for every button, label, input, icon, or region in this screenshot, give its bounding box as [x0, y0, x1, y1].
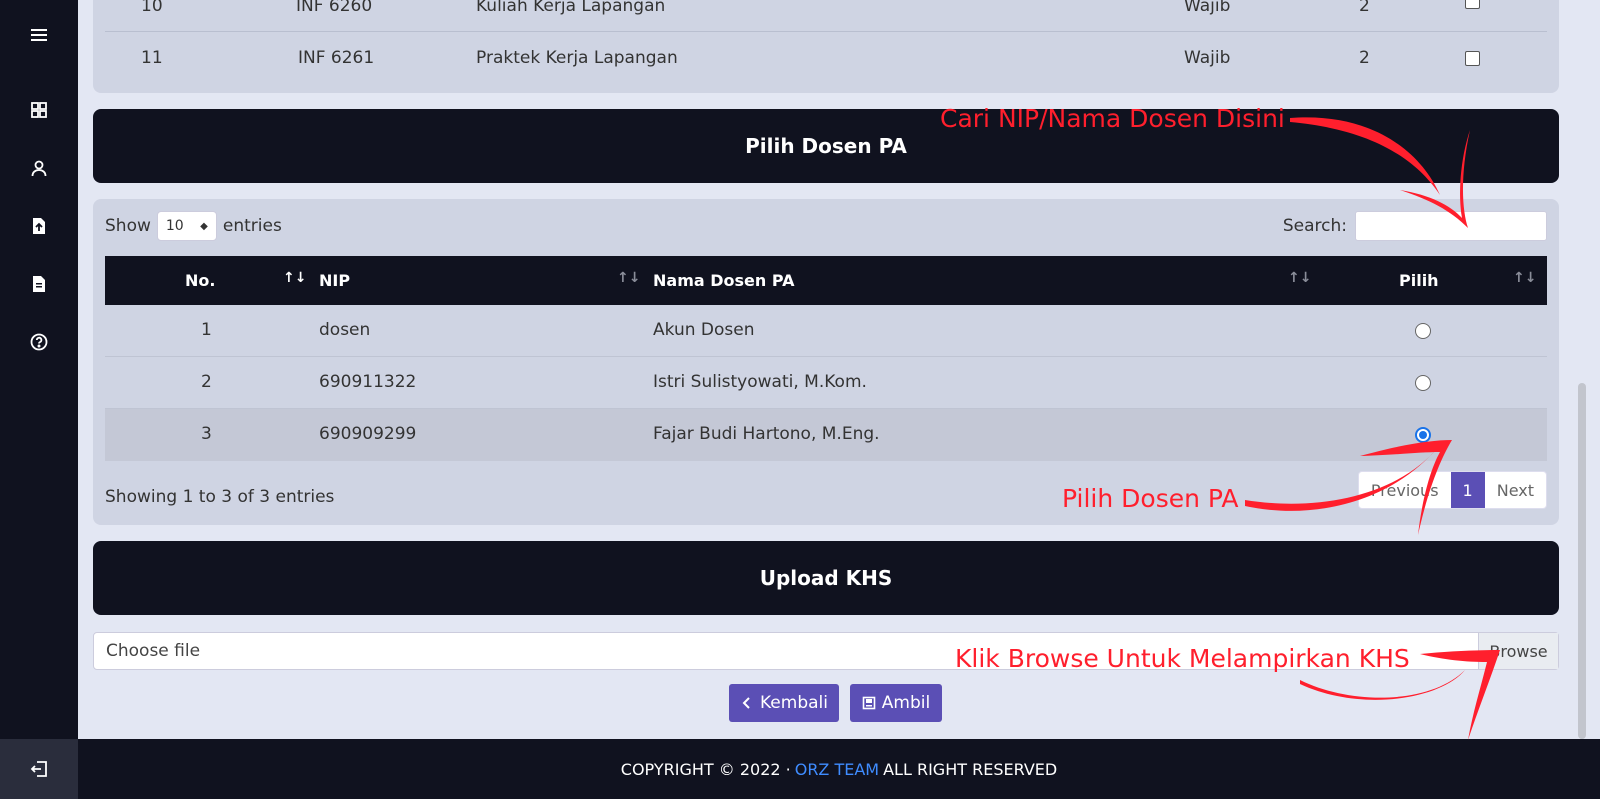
- sort-icon: ↑↓: [283, 270, 307, 286]
- row-no: 10: [141, 0, 163, 16]
- ambil-label: Ambil: [881, 693, 931, 713]
- row-no: 2: [201, 372, 212, 392]
- mata-kuliah-table: 10 INF 6260 Kuliah Kerja Lapangan Wajib …: [93, 0, 1559, 93]
- pagination-previous[interactable]: Previous: [1359, 472, 1451, 508]
- table-row: 10 INF 6260 Kuliah Kerja Lapangan Wajib …: [105, 0, 1547, 32]
- search-control: Search:: [1283, 211, 1547, 241]
- user-icon[interactable]: [26, 155, 52, 181]
- row-nip: dosen: [319, 320, 371, 340]
- column-header-no[interactable]: No.: [185, 271, 215, 290]
- select-radio[interactable]: [1415, 375, 1431, 391]
- main-content: 10 INF 6260 Kuliah Kerja Lapangan Wajib …: [78, 0, 1588, 739]
- entries-label: entries: [222, 216, 282, 236]
- sort-icon: ↑↓: [1513, 270, 1537, 286]
- row-sks: 2: [1359, 0, 1370, 16]
- row-no: 3: [201, 424, 212, 444]
- entries-control: Show 10 ◆ entries: [105, 211, 282, 241]
- row-kode: INF 6261: [298, 48, 375, 68]
- row-nip: 690911322: [319, 372, 417, 392]
- dosen-table-card: Show 10 ◆ entries Search: No. ↑↓ NIP ↑↓ …: [93, 199, 1559, 525]
- scrollbar[interactable]: [1576, 0, 1588, 739]
- chevron-left-icon: [742, 697, 750, 709]
- footer-rights: ALL RIGHT RESERVED: [883, 759, 1058, 779]
- document-icon[interactable]: [26, 271, 52, 297]
- dashboard-icon[interactable]: [26, 97, 52, 123]
- pagination-page-1[interactable]: 1: [1450, 472, 1485, 508]
- footer: COPYRIGHT © 2022 · ORZ TEAM ALL RIGHT RE…: [78, 739, 1600, 799]
- select-radio[interactable]: [1415, 323, 1431, 339]
- search-label: Search:: [1282, 216, 1347, 236]
- row-nama: Akun Dosen: [653, 320, 755, 340]
- file-upload-icon[interactable]: [26, 213, 52, 239]
- logout-icon: [30, 761, 47, 777]
- section-title-dosen: Pilih Dosen PA: [93, 109, 1559, 183]
- row-sifat: Wajib: [1184, 0, 1231, 16]
- pagination-next[interactable]: Next: [1485, 472, 1546, 508]
- kembali-label: Kembali: [760, 693, 828, 713]
- row-kode: INF 6260: [296, 0, 373, 16]
- logout-button[interactable]: [0, 739, 78, 799]
- row-nama: Istri Sulistyowati, M.Kom.: [653, 372, 867, 392]
- table-row: 3 690909299 Fajar Budi Hartono, M.Eng.: [105, 409, 1547, 461]
- entries-value: 10: [165, 218, 184, 234]
- save-icon: [862, 696, 876, 710]
- section-title-upload: Upload KHS: [93, 541, 1559, 615]
- table-row: 2 690911322 Istri Sulistyowati, M.Kom.: [105, 357, 1547, 409]
- browse-button[interactable]: Browse: [1478, 633, 1558, 669]
- table-info: Showing 1 to 3 of 3 entries: [105, 487, 335, 507]
- annotation-search-hint: Cari NIP/Nama Dosen Disini: [940, 104, 1285, 133]
- show-label: Show: [105, 216, 151, 236]
- row-nama: Kuliah Kerja Lapangan: [476, 0, 666, 16]
- scrollbar-thumb[interactable]: [1578, 383, 1586, 739]
- search-input[interactable]: [1355, 211, 1547, 241]
- row-no: 1: [201, 320, 212, 340]
- annotation-select-hint: Pilih Dosen PA: [1062, 484, 1239, 513]
- table-row: 11 INF 6261 Praktek Kerja Lapangan Wajib…: [105, 32, 1547, 84]
- column-header-nip[interactable]: NIP: [319, 271, 350, 290]
- row-nip: 690909299: [319, 424, 417, 444]
- row-checkbox[interactable]: [1465, 51, 1480, 66]
- row-sifat: Wajib: [1184, 48, 1231, 68]
- ambil-button[interactable]: Ambil: [850, 684, 942, 722]
- pagination: Previous 1 Next: [1357, 471, 1547, 509]
- row-nama: Praktek Kerja Lapangan: [476, 48, 678, 68]
- help-icon[interactable]: [26, 329, 52, 355]
- menu-icon[interactable]: [26, 22, 52, 48]
- sidebar: [0, 0, 78, 799]
- select-radio-selected[interactable]: [1415, 427, 1431, 443]
- row-no: 11: [141, 48, 163, 68]
- entries-select[interactable]: 10 ◆: [156, 211, 217, 241]
- sort-icon: ↑↓: [1288, 270, 1312, 286]
- table-header: No. ↑↓ NIP ↑↓ Nama Dosen PA ↑↓ Pilih ↑↓: [105, 256, 1547, 305]
- annotation-browse-hint: Klik Browse Untuk Melampirkan KHS: [955, 644, 1410, 673]
- footer-copyright: COPYRIGHT © 2022 ·: [620, 759, 791, 779]
- column-header-pilih[interactable]: Pilih: [1399, 271, 1439, 290]
- row-checkbox[interactable]: [1465, 0, 1480, 9]
- footer-brand-link[interactable]: ORZ TEAM: [795, 760, 879, 779]
- table-row: 1 dosen Akun Dosen: [105, 305, 1547, 357]
- kembali-button[interactable]: Kembali: [729, 684, 839, 722]
- column-header-nama[interactable]: Nama Dosen PA: [653, 271, 794, 290]
- row-sks: 2: [1359, 48, 1370, 68]
- dosen-table: No. ↑↓ NIP ↑↓ Nama Dosen PA ↑↓ Pilih ↑↓ …: [105, 256, 1547, 461]
- row-nama: Fajar Budi Hartono, M.Eng.: [653, 424, 880, 444]
- sort-icon: ↑↓: [617, 270, 641, 286]
- select-arrows-icon: ◆: [200, 220, 208, 232]
